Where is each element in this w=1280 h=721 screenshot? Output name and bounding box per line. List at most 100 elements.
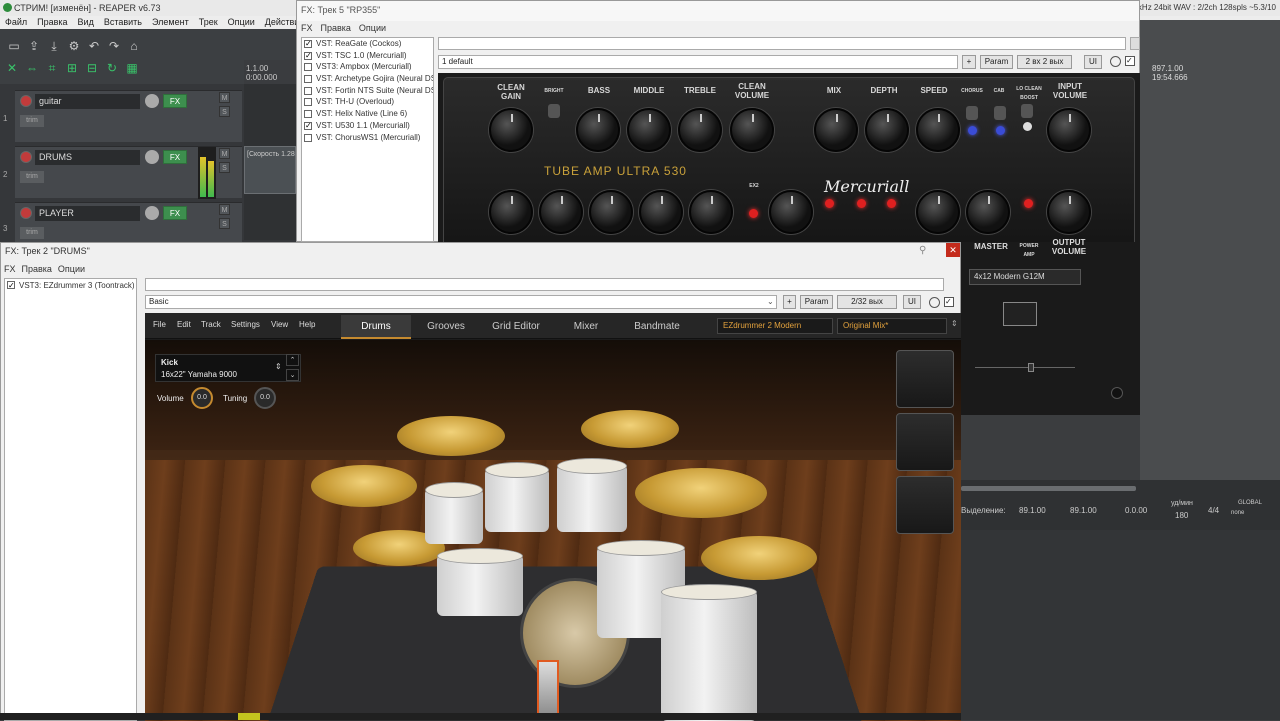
arrange-view-right[interactable]: 897.1.00 19:54.666	[1140, 20, 1280, 480]
bypass-checkbox[interactable]	[304, 86, 312, 95]
solo-button[interactable]: S	[219, 162, 230, 173]
media-item[interactable]: [Скорость 1.28	[244, 146, 296, 194]
settings-knob[interactable]	[1111, 387, 1123, 399]
power-icon[interactable]	[929, 297, 940, 308]
drum-kit-view[interactable]: Kick 16x22" Yamaha 9000 ⇕ ⌃ ⌄ Volume 0.0…	[145, 340, 961, 721]
menu-file[interactable]: Файл	[0, 16, 32, 29]
trim-button[interactable]: trim	[20, 115, 44, 127]
bypass-checkbox[interactable]	[304, 110, 312, 119]
volume-knob[interactable]	[145, 150, 159, 164]
selection-length[interactable]: 0.0.00	[1125, 506, 1147, 515]
lead2-knob-a[interactable]	[916, 190, 960, 234]
selection-end[interactable]: 89.1.00	[1070, 506, 1097, 515]
clean-gain-knob[interactable]	[489, 108, 533, 152]
lead-middle-knob[interactable]	[589, 190, 633, 234]
fx-button[interactable]: FX	[163, 206, 187, 220]
fx-chain-item[interactable]: VST: ChorusWS1 (Mercuriall)	[302, 132, 433, 144]
solo-button[interactable]: S	[219, 218, 230, 229]
chorus-switch[interactable]	[966, 106, 978, 120]
bypass-checkbox[interactable]	[7, 279, 15, 293]
preset-select[interactable]: 1 default	[438, 55, 958, 69]
mix-preset-select[interactable]: Original Mix*	[837, 318, 947, 334]
volume-knob[interactable]	[145, 94, 159, 108]
rack-tom-2[interactable]	[485, 462, 549, 532]
chevron-down-icon[interactable]: ⌄	[767, 297, 774, 306]
bypass-checkbox[interactable]	[304, 98, 312, 107]
snap-icon[interactable]: ⌗	[44, 61, 60, 75]
fx-chain-item[interactable]: VST: TSC 1.0 (Mercuriall)	[302, 50, 433, 61]
crash-cymbal-left[interactable]	[397, 416, 505, 456]
enable-checkbox[interactable]: ✓	[944, 297, 954, 307]
slider-handle[interactable]	[1028, 363, 1034, 372]
bypass-checkbox[interactable]	[304, 75, 312, 84]
envelope-icon[interactable]: ⊟	[84, 61, 100, 75]
bass-knob[interactable]	[576, 108, 620, 152]
depth-knob[interactable]	[865, 108, 909, 152]
output-knob[interactable]	[1047, 190, 1091, 234]
speed-knob[interactable]	[916, 108, 960, 152]
timeline-ruler[interactable]: 1.1.00 0:00.000	[244, 60, 296, 84]
volume-knob[interactable]: 0.0	[191, 387, 213, 409]
fx-button[interactable]: FX	[163, 94, 187, 108]
preset-add-button[interactable]: +	[962, 55, 976, 69]
trim-button[interactable]: trim	[20, 171, 44, 183]
time-signature[interactable]: 4/4	[1208, 506, 1219, 515]
rack-tom-3[interactable]	[557, 458, 627, 532]
mute-button[interactable]: M	[219, 148, 230, 159]
snare-drum[interactable]	[437, 548, 523, 616]
fx-chain-item[interactable]: VST: U530 1.1 (Mercuriall)	[302, 120, 433, 132]
input-volume-knob[interactable]	[1047, 108, 1091, 152]
menu-insert[interactable]: Вставить	[99, 16, 147, 29]
cabinet-select[interactable]: 4x12 Modern G12M	[969, 269, 1081, 285]
record-arm-button[interactable]	[20, 151, 32, 163]
fx-filter-button[interactable]	[1130, 37, 1140, 50]
redo-icon[interactable]: ↷	[106, 39, 122, 53]
lead-presence-knob[interactable]	[689, 190, 733, 234]
taskbar-active-app[interactable]	[238, 713, 260, 720]
ez-menu-view[interactable]: View	[271, 313, 288, 337]
middle-knob[interactable]	[627, 108, 671, 152]
menu-item[interactable]: Элемент	[147, 16, 194, 29]
fx-chain-item[interactable]: VST: Fortin NTS Suite (Neural DSP)	[302, 85, 433, 97]
menu-edit[interactable]: Правка	[32, 16, 72, 29]
bypass-checkbox[interactable]	[304, 50, 312, 61]
power-icon[interactable]	[1110, 56, 1121, 67]
undo-icon[interactable]: ↶	[86, 39, 102, 53]
menu-options[interactable]: Опции	[55, 263, 88, 275]
global-value[interactable]: none	[1231, 510, 1244, 516]
ui-toggle-button[interactable]: UI	[1084, 55, 1102, 69]
trim-button[interactable]: trim	[20, 227, 44, 239]
ez-menu-track[interactable]: Track	[201, 313, 221, 337]
bypass-checkbox[interactable]	[304, 63, 312, 72]
close-button[interactable]: ✕	[946, 243, 960, 257]
track-name[interactable]: guitar	[35, 94, 140, 109]
mute-button[interactable]: M	[219, 204, 230, 215]
rack-tom-1[interactable]	[425, 482, 483, 544]
lead-bass-knob[interactable]	[539, 190, 583, 234]
arrange-view[interactable]: [Скорость 1.28	[244, 60, 296, 240]
hand-percussion-thumbnail[interactable]	[896, 476, 954, 534]
china-cymbal[interactable]	[311, 465, 417, 507]
next-instrument-button[interactable]: ⌄	[286, 369, 299, 381]
lock-icon[interactable]: ▦	[124, 61, 140, 75]
mix-knob[interactable]	[814, 108, 858, 152]
fx-chain-item[interactable]: VST: Helix Native (Line 6)	[302, 108, 433, 120]
fx-chain-item[interactable]: VST: TH-U (Overloud)	[302, 96, 433, 108]
menu-options[interactable]: Опции	[223, 16, 260, 29]
solo-button[interactable]: S	[219, 106, 230, 117]
tuning-knob[interactable]: 0.0	[254, 387, 276, 409]
volume-knob[interactable]	[145, 206, 159, 220]
lead2-knob-b[interactable]	[966, 190, 1010, 234]
bypass-checkbox[interactable]	[304, 120, 312, 132]
chevron-updown-icon[interactable]: ⇕	[275, 362, 282, 371]
mic-position-slider[interactable]	[975, 367, 1075, 368]
preset-add-button[interactable]: +	[783, 295, 796, 309]
tab-grid-editor[interactable]: Grid Editor	[481, 315, 551, 339]
menu-options[interactable]: Опции	[355, 21, 390, 35]
param-button[interactable]: Param	[800, 295, 833, 309]
track-guitar[interactable]: guitar FX trim	[15, 90, 242, 142]
fx-chain-item[interactable]: VST: Archetype Gojira (Neural DSP)	[302, 73, 433, 85]
param-button[interactable]: Param	[980, 55, 1013, 69]
lead-treble-knob[interactable]	[639, 190, 683, 234]
fx-chain-item[interactable]: VST3: EZdrummer 3 (Toontrack)	[5, 279, 136, 293]
